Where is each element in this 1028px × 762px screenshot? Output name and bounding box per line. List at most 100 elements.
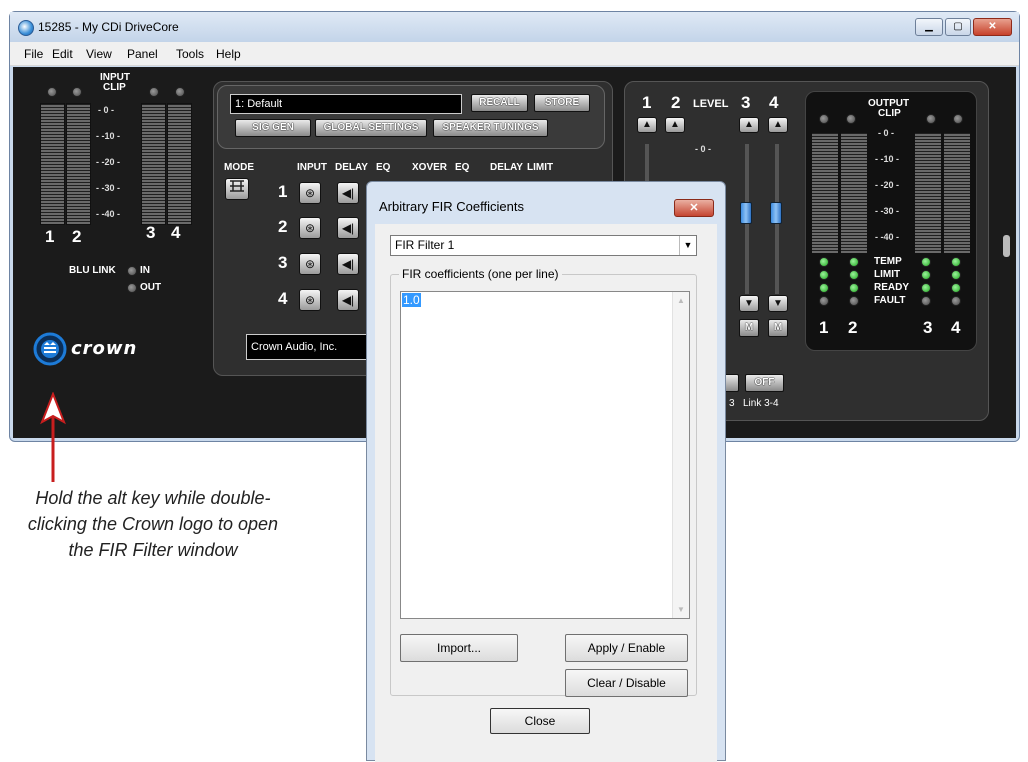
input-scale-40: - -40 -	[96, 209, 121, 219]
center-channel-2: 2	[278, 217, 288, 236]
temp-led-4	[951, 257, 961, 267]
mute-button-4[interactable]: M	[768, 319, 788, 337]
triangle-down-icon: ▼	[773, 298, 783, 309]
company-field[interactable]: Crown Audio, Inc.	[246, 334, 376, 360]
blu-link-in-led	[127, 266, 137, 276]
limit-led-1	[819, 270, 829, 280]
crown-emblem-icon	[33, 332, 67, 366]
menu-help[interactable]: Help	[216, 47, 241, 61]
dialog-close-button[interactable]: Close	[490, 708, 590, 734]
scroll-down-icon: ▼	[677, 605, 685, 614]
scroll-up-icon: ▲	[677, 296, 685, 305]
center-channel-4: 4	[278, 289, 288, 308]
title-bar[interactable]: 15285 - My CDi DriveCore ▁ ▢ ✕	[10, 12, 1019, 42]
sig-gen-button[interactable]: SIG GEN	[235, 119, 311, 137]
speaker-icon: ◀|	[341, 257, 355, 271]
menu-bar: File Edit View Panel Tools Help	[10, 42, 1019, 66]
menu-panel[interactable]: Panel	[127, 47, 158, 61]
mute-button-3[interactable]: M	[739, 319, 759, 337]
delay-button-2[interactable]: ◀|	[337, 217, 359, 239]
crown-logo[interactable]: crown	[33, 332, 163, 368]
level-num-1: 1	[642, 93, 652, 112]
triangle-down-icon: ▼	[744, 298, 754, 309]
fader-knob-4[interactable]	[770, 202, 782, 224]
mode-label: MODE	[224, 162, 254, 173]
delay-button-1[interactable]: ◀|	[337, 182, 359, 204]
input-button-4[interactable]: ⊛	[299, 289, 321, 311]
apply-enable-button[interactable]: Apply / Enable	[565, 634, 688, 662]
col-eq: EQ	[376, 162, 391, 173]
ready-led-2	[849, 283, 859, 293]
preset-field[interactable]: 1: Default	[230, 94, 462, 114]
input-meter-4	[167, 103, 192, 225]
link-3-4-button[interactable]: OFF	[745, 374, 784, 392]
fir-coefficients-textarea[interactable]: 1.0 ▲ ▼	[400, 291, 690, 619]
speaker-tunings-button[interactable]: SPEAKER TUNINGS	[433, 119, 548, 137]
global-settings-button[interactable]: GLOBAL SETTINGS	[315, 119, 427, 137]
close-button[interactable]: ✕	[973, 18, 1012, 36]
menu-tools[interactable]: Tools	[176, 47, 204, 61]
ready-led-1	[819, 283, 829, 293]
import-button[interactable]: Import...	[400, 634, 518, 662]
input-clip-led-1	[47, 87, 57, 97]
recall-button[interactable]: RECALL	[471, 94, 528, 112]
minimize-button[interactable]: ▁	[915, 18, 943, 36]
mode-button[interactable]	[225, 178, 249, 200]
temp-led-3	[921, 257, 931, 267]
blu-link-in-label: IN	[140, 265, 150, 276]
level-up-4[interactable]: ▲	[768, 117, 788, 133]
fader-knob-3[interactable]	[740, 202, 752, 224]
fault-led-1	[819, 296, 829, 306]
level-num-4: 4	[769, 93, 779, 112]
fault-led-2	[849, 296, 859, 306]
delay-button-3[interactable]: ◀|	[337, 253, 359, 275]
col-eq-2: EQ	[455, 162, 470, 173]
triangle-up-icon: ▲	[642, 119, 652, 130]
triangle-up-icon: ▲	[773, 119, 783, 130]
fir-filter-select[interactable]: FIR Filter 1 ▼	[390, 235, 697, 256]
input-scale-10: - -10 -	[96, 131, 121, 141]
col-delay-2: DELAY	[490, 162, 523, 173]
output-meter-1	[811, 132, 839, 254]
input-button-3[interactable]: ⊛	[299, 253, 321, 275]
output-channel-3: 3	[923, 318, 933, 337]
output-clip-led-4	[953, 114, 963, 124]
triangle-up-icon: ▲	[744, 119, 754, 130]
menu-edit[interactable]: Edit	[52, 47, 73, 61]
input-channel-1: 1	[45, 227, 55, 246]
maximize-button[interactable]: ▢	[945, 18, 971, 36]
input-button-2[interactable]: ⊛	[299, 217, 321, 239]
textarea-scrollbar[interactable]: ▲ ▼	[672, 292, 689, 618]
output-meter-panel: OUTPUT CLIP - 0 - - -10 - - -20 - - -30 …	[805, 91, 977, 351]
level-up-3[interactable]: ▲	[739, 117, 759, 133]
col-input: INPUT	[297, 162, 327, 173]
annotation-line-3: the FIR Filter window	[68, 540, 238, 560]
store-button[interactable]: STORE	[534, 94, 590, 112]
level-up-2[interactable]: ▲	[665, 117, 685, 133]
input-channel-4: 4	[171, 223, 181, 242]
menu-view[interactable]: View	[86, 47, 112, 61]
output-scale-30: - -30 -	[875, 206, 900, 216]
fir-coefficients-group: FIR coefficients (one per line) 1.0 ▲ ▼ …	[390, 267, 697, 697]
limit-led-4	[951, 270, 961, 280]
level-down-3[interactable]: ▼	[739, 295, 759, 312]
xlr-icon: ⊛	[304, 257, 316, 271]
level-up-1[interactable]: ▲	[637, 117, 657, 133]
level-label: LEVEL	[693, 98, 729, 110]
link-3-4-label: Link 3-4	[743, 398, 779, 409]
input-button-1[interactable]: ⊛	[299, 182, 321, 204]
input-clip-label: CLIP	[103, 82, 126, 93]
dialog-close-icon[interactable]: ✕	[674, 199, 714, 217]
center-channel-1: 1	[278, 182, 288, 201]
status-limit: LIMIT	[874, 269, 901, 280]
panel-collapse-handle[interactable]	[1003, 235, 1010, 257]
level-down-4[interactable]: ▼	[768, 295, 788, 312]
delay-button-4[interactable]: ◀|	[337, 289, 359, 311]
blu-link-out-label: OUT	[140, 282, 162, 293]
menu-file[interactable]: File	[24, 47, 43, 61]
clear-disable-button[interactable]: Clear / Disable	[565, 669, 688, 697]
output-meter-2	[840, 132, 868, 254]
temp-led-1	[819, 257, 829, 267]
col-limit: LIMIT	[527, 162, 554, 173]
status-fault: FAULT	[874, 295, 906, 306]
